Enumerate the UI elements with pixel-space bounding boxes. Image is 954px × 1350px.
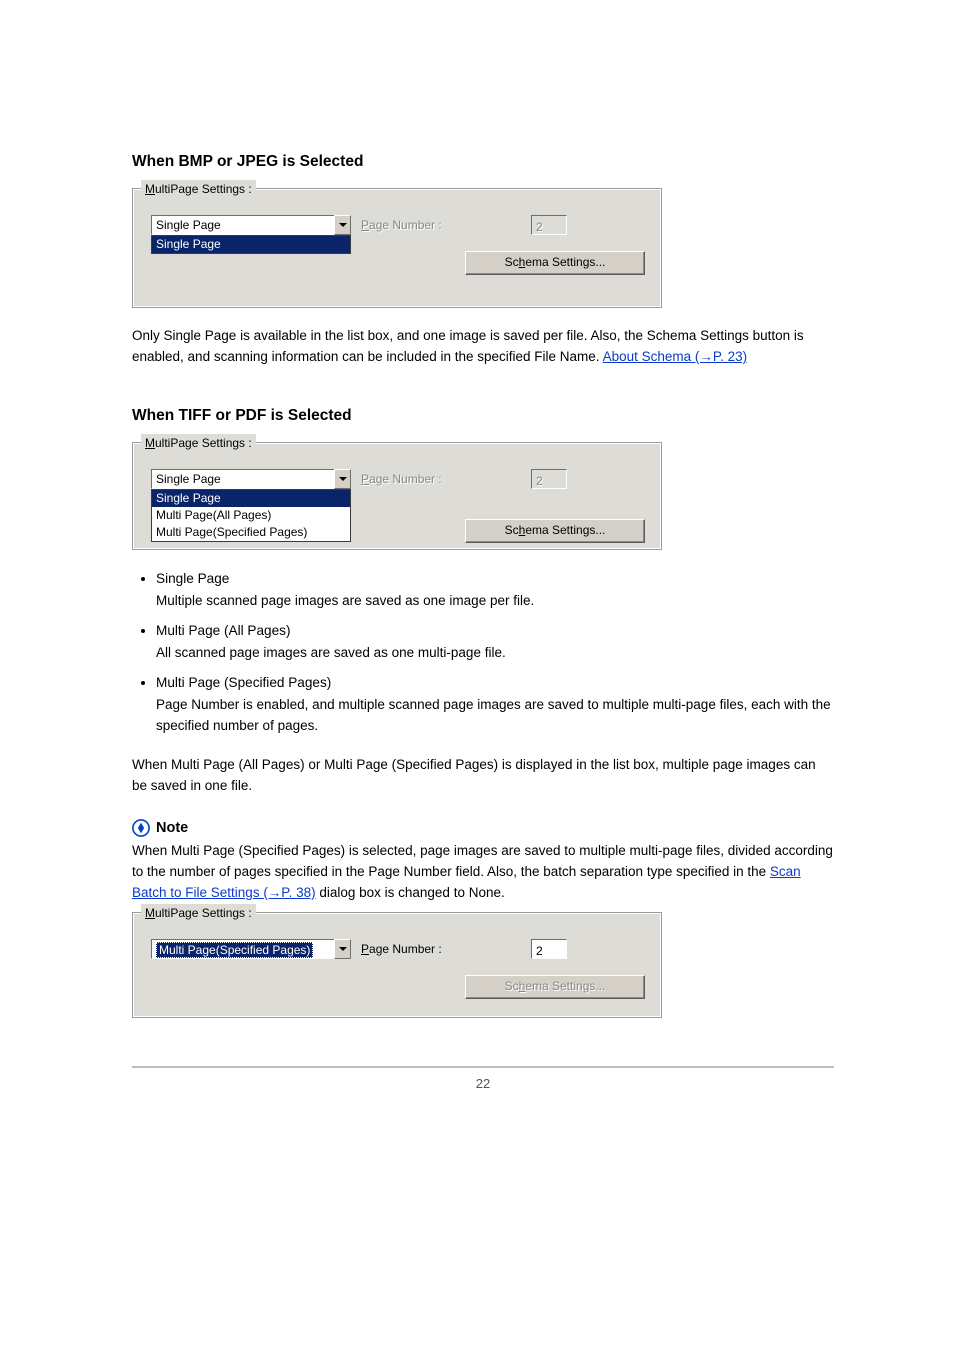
chevron-down-icon [339,223,347,227]
about-schema-link[interactable]: About Schema (→P. 23) [603,349,748,364]
page-number-field: 2 [531,469,567,489]
note-icon [132,819,150,837]
groupbox-legend: MultiPage Settings : [141,434,256,453]
page-number-label: Page Number : [361,216,531,235]
chevron-down-icon [339,947,347,951]
combo-wrap-3: Multi Page(Specified Pages) [151,939,361,959]
page: When BMP or JPEG is Selected MultiPage S… [0,0,954,1134]
combo-wrap-1: Single Page Single Page [151,215,361,235]
groupbox-legend: MultiPage Settings : [141,180,256,199]
multipage-groupbox-3: MultiPage Settings : Multi Page(Specifie… [132,912,662,1018]
chevron-down-icon [339,477,347,481]
row-schema-1: Schema Settings... [151,251,645,275]
combo-field: Single Page [151,215,334,235]
page-number-field[interactable]: 2 [531,939,567,959]
list-item: Multi Page (All Pages) All scanned page … [156,620,834,664]
multipage-groupbox-wrap-1: MultiPage Settings : Single Page Single … [132,188,834,308]
multipage-groupbox-wrap-2: MultiPage Settings : Single Page Single … [132,442,834,550]
note-paragraph: When Multi Page (Specified Pages) is sel… [132,841,834,904]
row-schema-3: Schema Settings... [151,975,645,999]
combo-field: Multi Page(Specified Pages) [151,939,334,959]
tiff-pdf-note-paragraph: When Multi Page (All Pages) or Multi Pag… [132,755,834,797]
groupbox-legend: MultiPage Settings : [141,904,256,923]
page-number-footer: 22 [132,1074,834,1094]
page-number-row-1: Page Number : 2 [361,215,645,235]
page-number-field: 2 [531,215,567,235]
note-label: Note [156,817,188,839]
combo-dropdown-button[interactable] [334,939,351,959]
footer-rule [132,1066,834,1068]
note-heading: Note [132,817,834,839]
page-number-label: Page Number : [361,470,531,489]
combo-dropdown-button[interactable] [334,215,351,235]
combo-field: Single Page [151,469,334,489]
list-item: Multi Page (Specified Pages) Page Number… [156,672,834,737]
combo-wrap-2: Single Page Single Page Multi Page(All P… [151,469,361,489]
row-combo-page-1: Single Page Single Page Page Number : 2 [151,215,645,235]
combo-dropdown-list-1: Single Page [151,235,351,254]
combo-option-single-page[interactable]: Single Page [152,490,350,507]
multipage-combo-3[interactable]: Multi Page(Specified Pages) [151,939,351,959]
combo-option-multi-spec[interactable]: Multi Page(Specified Pages) [152,524,350,541]
bmp-jpeg-description: Only Single Page is available in the lis… [132,326,834,368]
heading-tiff-pdf: When TIFF or PDF is Selected [132,404,834,428]
row-combo-page-2: Single Page Single Page Multi Page(All P… [151,469,645,489]
combo-dropdown-button[interactable] [334,469,351,489]
multipage-groupbox-2: MultiPage Settings : Single Page Single … [132,442,662,550]
combo-option-multi-all[interactable]: Multi Page(All Pages) [152,507,350,524]
row-combo-page-3: Multi Page(Specified Pages) Page Number … [151,939,645,959]
multipage-combo-1[interactable]: Single Page [151,215,351,235]
heading-bmp-jpeg: When BMP or JPEG is Selected [132,150,834,174]
page-number-row-3: Page Number : 2 [361,939,645,959]
multipage-groupbox-wrap-3: MultiPage Settings : Multi Page(Specifie… [132,912,834,1018]
schema-settings-button[interactable]: Schema Settings... [465,251,645,275]
multipage-groupbox-1: MultiPage Settings : Single Page Single … [132,188,662,308]
combo-option-single-page[interactable]: Single Page [152,236,350,253]
schema-settings-button[interactable]: Schema Settings... [465,519,645,543]
schema-settings-button-disabled: Schema Settings... [465,975,645,999]
page-number-row-2: Page Number : 2 [361,469,645,489]
page-number-label: Page Number : [361,940,531,959]
combo-dropdown-list-2: Single Page Multi Page(All Pages) Multi … [151,489,351,542]
list-item: Single Page Multiple scanned page images… [156,568,834,612]
multipage-combo-2[interactable]: Single Page [151,469,351,489]
tiff-pdf-option-list: Single Page Multiple scanned page images… [138,568,834,737]
